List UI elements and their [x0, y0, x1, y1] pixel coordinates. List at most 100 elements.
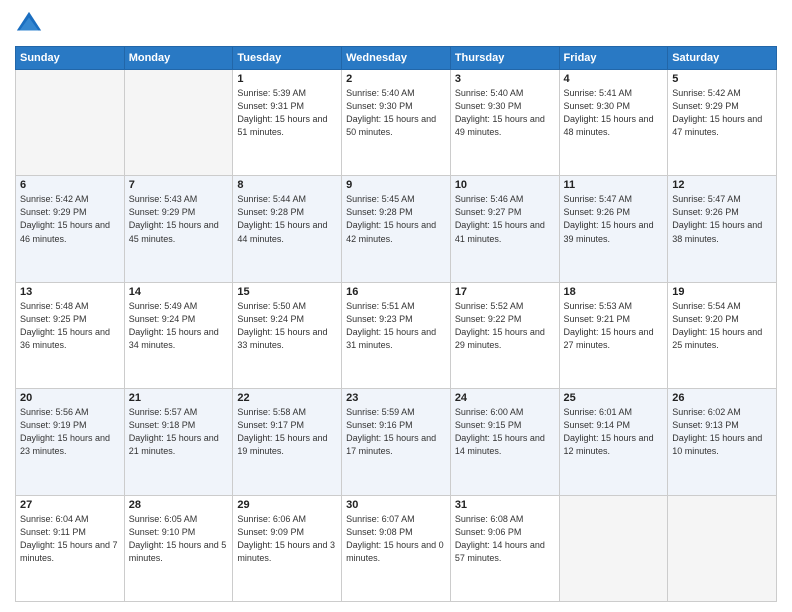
calendar-day-cell: 14 Sunrise: 5:49 AM Sunset: 9:24 PM Dayl… [124, 282, 233, 388]
day-detail: Sunrise: 5:52 AM Sunset: 9:22 PM Dayligh… [455, 300, 555, 352]
day-detail: Sunrise: 6:02 AM Sunset: 9:13 PM Dayligh… [672, 406, 772, 458]
day-number: 30 [346, 499, 446, 511]
calendar-day-cell: 20 Sunrise: 5:56 AM Sunset: 9:19 PM Dayl… [16, 389, 125, 495]
day-number: 25 [564, 392, 664, 404]
day-number: 22 [237, 392, 337, 404]
day-number: 23 [346, 392, 446, 404]
day-detail: Sunrise: 5:42 AM Sunset: 9:29 PM Dayligh… [672, 87, 772, 139]
calendar-day-cell: 26 Sunrise: 6:02 AM Sunset: 9:13 PM Dayl… [668, 389, 777, 495]
calendar-day-cell [668, 495, 777, 601]
calendar-day-cell: 29 Sunrise: 6:06 AM Sunset: 9:09 PM Dayl… [233, 495, 342, 601]
day-detail: Sunrise: 5:40 AM Sunset: 9:30 PM Dayligh… [455, 87, 555, 139]
day-number: 3 [455, 73, 555, 85]
day-detail: Sunrise: 6:01 AM Sunset: 9:14 PM Dayligh… [564, 406, 664, 458]
calendar-day-cell [559, 495, 668, 601]
day-detail: Sunrise: 5:44 AM Sunset: 9:28 PM Dayligh… [237, 193, 337, 245]
calendar-day-cell: 31 Sunrise: 6:08 AM Sunset: 9:06 PM Dayl… [450, 495, 559, 601]
day-detail: Sunrise: 6:06 AM Sunset: 9:09 PM Dayligh… [237, 513, 337, 565]
day-detail: Sunrise: 6:04 AM Sunset: 9:11 PM Dayligh… [20, 513, 120, 565]
calendar-day-cell: 23 Sunrise: 5:59 AM Sunset: 9:16 PM Dayl… [342, 389, 451, 495]
day-number: 1 [237, 73, 337, 85]
day-detail: Sunrise: 5:54 AM Sunset: 9:20 PM Dayligh… [672, 300, 772, 352]
calendar-day-cell: 28 Sunrise: 6:05 AM Sunset: 9:10 PM Dayl… [124, 495, 233, 601]
calendar-week-row: 27 Sunrise: 6:04 AM Sunset: 9:11 PM Dayl… [16, 495, 777, 601]
calendar-day-cell: 2 Sunrise: 5:40 AM Sunset: 9:30 PM Dayli… [342, 70, 451, 176]
calendar-day-cell [124, 70, 233, 176]
calendar-day-cell: 22 Sunrise: 5:58 AM Sunset: 9:17 PM Dayl… [233, 389, 342, 495]
day-number: 31 [455, 499, 555, 511]
calendar-week-row: 20 Sunrise: 5:56 AM Sunset: 9:19 PM Dayl… [16, 389, 777, 495]
day-detail: Sunrise: 6:08 AM Sunset: 9:06 PM Dayligh… [455, 513, 555, 565]
calendar-day-cell: 7 Sunrise: 5:43 AM Sunset: 9:29 PM Dayli… [124, 176, 233, 282]
day-number: 26 [672, 392, 772, 404]
day-number: 24 [455, 392, 555, 404]
calendar-day-cell: 25 Sunrise: 6:01 AM Sunset: 9:14 PM Dayl… [559, 389, 668, 495]
day-number: 21 [129, 392, 229, 404]
day-detail: Sunrise: 6:05 AM Sunset: 9:10 PM Dayligh… [129, 513, 229, 565]
day-detail: Sunrise: 5:43 AM Sunset: 9:29 PM Dayligh… [129, 193, 229, 245]
day-number: 27 [20, 499, 120, 511]
day-number: 4 [564, 73, 664, 85]
calendar-header-tuesday: Tuesday [233, 47, 342, 70]
day-number: 2 [346, 73, 446, 85]
calendar-day-cell: 6 Sunrise: 5:42 AM Sunset: 9:29 PM Dayli… [16, 176, 125, 282]
calendar-day-cell: 16 Sunrise: 5:51 AM Sunset: 9:23 PM Dayl… [342, 282, 451, 388]
day-number: 6 [20, 179, 120, 191]
day-detail: Sunrise: 5:47 AM Sunset: 9:26 PM Dayligh… [672, 193, 772, 245]
calendar-header-friday: Friday [559, 47, 668, 70]
calendar-header-saturday: Saturday [668, 47, 777, 70]
calendar-day-cell: 18 Sunrise: 5:53 AM Sunset: 9:21 PM Dayl… [559, 282, 668, 388]
calendar-week-row: 1 Sunrise: 5:39 AM Sunset: 9:31 PM Dayli… [16, 70, 777, 176]
calendar-header-sunday: Sunday [16, 47, 125, 70]
logo-icon [15, 10, 43, 38]
calendar-day-cell: 4 Sunrise: 5:41 AM Sunset: 9:30 PM Dayli… [559, 70, 668, 176]
calendar-day-cell: 11 Sunrise: 5:47 AM Sunset: 9:26 PM Dayl… [559, 176, 668, 282]
day-detail: Sunrise: 5:39 AM Sunset: 9:31 PM Dayligh… [237, 87, 337, 139]
day-number: 12 [672, 179, 772, 191]
day-number: 20 [20, 392, 120, 404]
day-number: 10 [455, 179, 555, 191]
calendar-week-row: 6 Sunrise: 5:42 AM Sunset: 9:29 PM Dayli… [16, 176, 777, 282]
day-detail: Sunrise: 5:45 AM Sunset: 9:28 PM Dayligh… [346, 193, 446, 245]
calendar-day-cell: 3 Sunrise: 5:40 AM Sunset: 9:30 PM Dayli… [450, 70, 559, 176]
calendar-day-cell: 5 Sunrise: 5:42 AM Sunset: 9:29 PM Dayli… [668, 70, 777, 176]
page: SundayMondayTuesdayWednesdayThursdayFrid… [0, 0, 792, 612]
calendar-header-row: SundayMondayTuesdayWednesdayThursdayFrid… [16, 47, 777, 70]
day-number: 7 [129, 179, 229, 191]
calendar-day-cell: 13 Sunrise: 5:48 AM Sunset: 9:25 PM Dayl… [16, 282, 125, 388]
day-detail: Sunrise: 5:57 AM Sunset: 9:18 PM Dayligh… [129, 406, 229, 458]
day-detail: Sunrise: 5:59 AM Sunset: 9:16 PM Dayligh… [346, 406, 446, 458]
calendar-day-cell: 17 Sunrise: 5:52 AM Sunset: 9:22 PM Dayl… [450, 282, 559, 388]
day-number: 16 [346, 286, 446, 298]
day-number: 14 [129, 286, 229, 298]
calendar-day-cell [16, 70, 125, 176]
day-detail: Sunrise: 5:56 AM Sunset: 9:19 PM Dayligh… [20, 406, 120, 458]
day-number: 8 [237, 179, 337, 191]
calendar-day-cell: 12 Sunrise: 5:47 AM Sunset: 9:26 PM Dayl… [668, 176, 777, 282]
day-detail: Sunrise: 5:58 AM Sunset: 9:17 PM Dayligh… [237, 406, 337, 458]
day-number: 18 [564, 286, 664, 298]
calendar-day-cell: 21 Sunrise: 5:57 AM Sunset: 9:18 PM Dayl… [124, 389, 233, 495]
header [15, 10, 777, 38]
day-detail: Sunrise: 5:41 AM Sunset: 9:30 PM Dayligh… [564, 87, 664, 139]
day-number: 15 [237, 286, 337, 298]
day-number: 9 [346, 179, 446, 191]
day-number: 5 [672, 73, 772, 85]
calendar-day-cell: 27 Sunrise: 6:04 AM Sunset: 9:11 PM Dayl… [16, 495, 125, 601]
day-number: 13 [20, 286, 120, 298]
day-number: 11 [564, 179, 664, 191]
day-detail: Sunrise: 6:07 AM Sunset: 9:08 PM Dayligh… [346, 513, 446, 565]
day-detail: Sunrise: 5:49 AM Sunset: 9:24 PM Dayligh… [129, 300, 229, 352]
calendar-day-cell: 1 Sunrise: 5:39 AM Sunset: 9:31 PM Dayli… [233, 70, 342, 176]
calendar-table: SundayMondayTuesdayWednesdayThursdayFrid… [15, 46, 777, 602]
calendar-day-cell: 15 Sunrise: 5:50 AM Sunset: 9:24 PM Dayl… [233, 282, 342, 388]
calendar-day-cell: 19 Sunrise: 5:54 AM Sunset: 9:20 PM Dayl… [668, 282, 777, 388]
day-detail: Sunrise: 5:42 AM Sunset: 9:29 PM Dayligh… [20, 193, 120, 245]
calendar-day-cell: 24 Sunrise: 6:00 AM Sunset: 9:15 PM Dayl… [450, 389, 559, 495]
day-detail: Sunrise: 5:50 AM Sunset: 9:24 PM Dayligh… [237, 300, 337, 352]
day-number: 29 [237, 499, 337, 511]
calendar-day-cell: 8 Sunrise: 5:44 AM Sunset: 9:28 PM Dayli… [233, 176, 342, 282]
day-detail: Sunrise: 6:00 AM Sunset: 9:15 PM Dayligh… [455, 406, 555, 458]
day-detail: Sunrise: 5:48 AM Sunset: 9:25 PM Dayligh… [20, 300, 120, 352]
calendar-header-monday: Monday [124, 47, 233, 70]
